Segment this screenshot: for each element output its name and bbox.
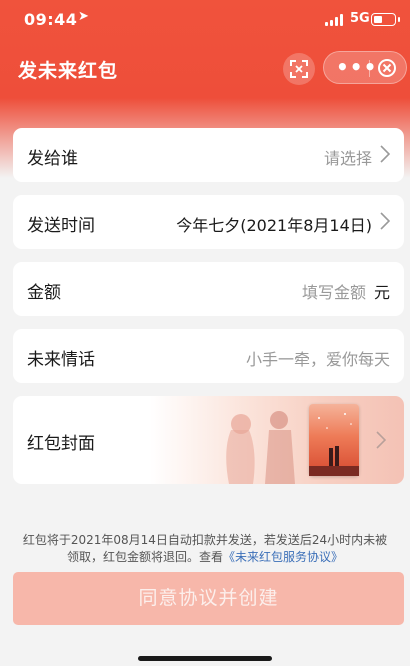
cover-row[interactable]: 红包封面 — [13, 396, 404, 484]
send-time-label: 发送时间 — [27, 216, 95, 236]
send-time-value: 今年七夕(2021年8月14日) — [176, 216, 372, 235]
agreement-notice: 红包将于2021年08月14日自动扣款并发送，若发送后24小时内未被领取，红包金… — [20, 532, 390, 566]
amount-input[interactable]: 填写金额 — [302, 279, 366, 303]
signal-icon — [325, 14, 345, 26]
recipient-row[interactable]: 发给谁 请选择 — [13, 128, 404, 182]
location-arrow-icon: ➤ — [78, 9, 89, 24]
chevron-right-icon — [380, 145, 390, 163]
message-row[interactable]: 未来情话 小手一牵，爱你每天 — [13, 329, 404, 383]
status-bar: 09:44 ➤ 5G — [0, 0, 410, 40]
status-time: 09:44 — [24, 10, 78, 29]
network-label: 5G — [350, 11, 370, 26]
mini-program-capsule: ••• — [323, 51, 407, 84]
more-icon[interactable]: ••• — [336, 57, 377, 77]
cover-label: 红包封面 — [27, 434, 95, 454]
message-input[interactable]: 小手一牵，爱你每天 — [246, 346, 390, 370]
chevron-right-icon — [380, 212, 390, 230]
capsule-divider — [369, 60, 370, 77]
close-icon[interactable] — [377, 58, 397, 78]
create-button[interactable]: 同意协议并创建 — [13, 572, 404, 625]
send-time-row[interactable]: 发送时间 今年七夕(2021年8月14日) — [13, 195, 404, 249]
amount-row[interactable]: 金额 填写金额 元 — [13, 262, 404, 316]
scan-button[interactable] — [283, 53, 315, 85]
agreement-link[interactable]: 《未来红包服务协议》 — [223, 550, 343, 564]
message-label: 未来情话 — [27, 350, 95, 370]
recipient-label: 发给谁 — [27, 149, 78, 169]
amount-unit: 元 — [373, 283, 390, 302]
amount-label: 金额 — [27, 283, 61, 303]
cover-thumbnail — [309, 404, 359, 476]
chevron-right-icon — [376, 431, 386, 449]
recipient-value: 请选择 — [323, 149, 372, 168]
battery-icon — [371, 13, 400, 26]
scan-icon — [290, 60, 308, 78]
home-indicator — [138, 656, 272, 661]
page-title: 发未来红包 — [18, 60, 119, 82]
